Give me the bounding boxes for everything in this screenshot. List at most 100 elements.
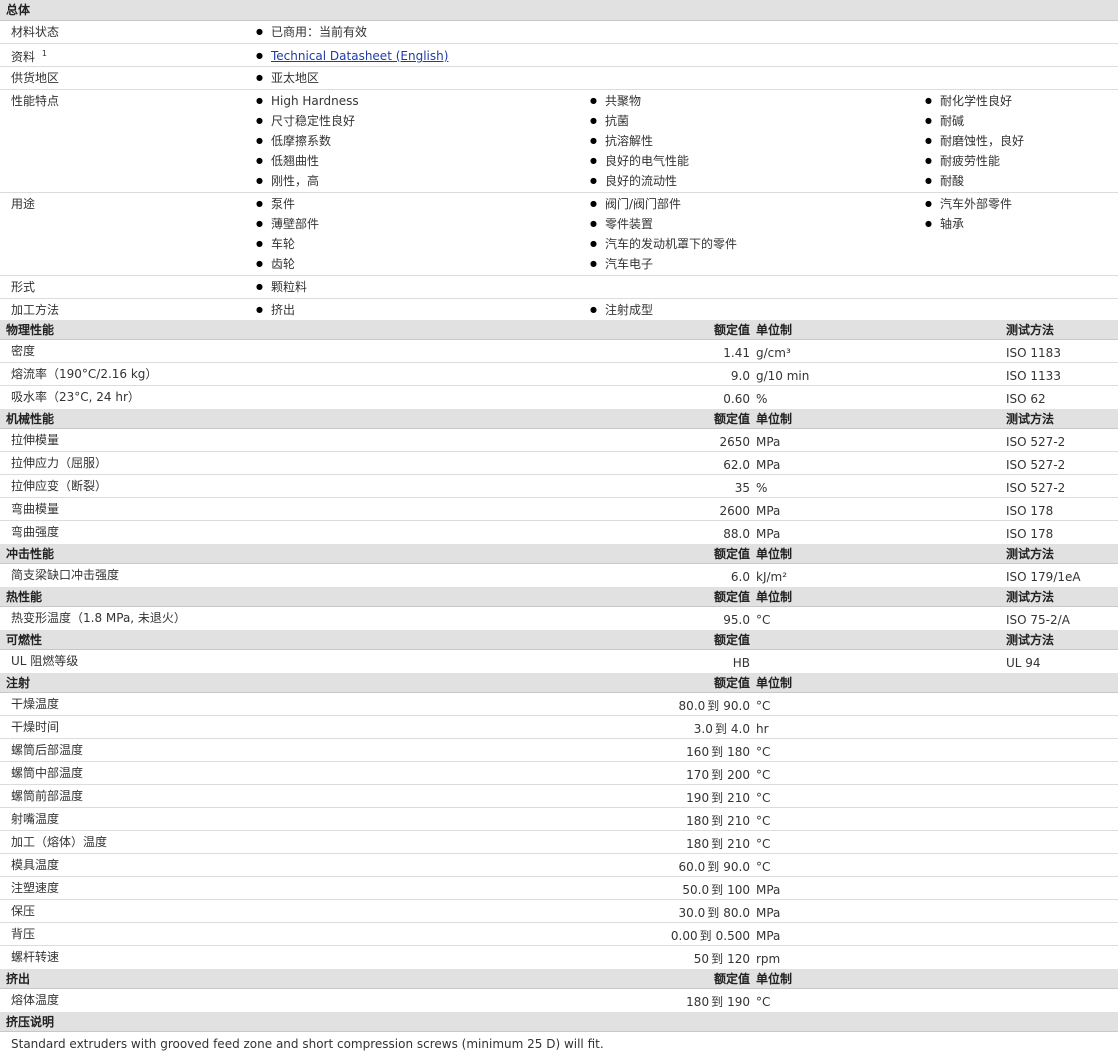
extrusion-notes-text: Standard extruders with grooved feed zon… <box>11 1037 604 1051</box>
range-low: 60.0 <box>678 860 706 874</box>
property-unit: MPa <box>756 435 781 449</box>
column-header-nominal: 额定值 <box>713 676 750 690</box>
property-name: 密度 <box>11 344 36 358</box>
property-range: 60.0 到 90.0 <box>679 859 750 875</box>
range-high: 210 <box>727 837 750 851</box>
property-unit: °C <box>756 745 771 759</box>
property-name: 拉伸应力（屈服） <box>11 456 108 470</box>
row-features: 性能特点 High Hardness 尺寸稳定性良好低摩擦系数低翘曲性刚性，高 共聚… <box>0 90 1118 193</box>
range-row: 干燥时间 3.0 到 4.0 hr <box>0 716 1118 739</box>
range-low: 30.0 <box>678 906 706 920</box>
range-word: 到 <box>711 745 724 759</box>
property-unit: MPa <box>756 883 781 897</box>
property-range: 80.0 到 90.0 <box>679 698 750 714</box>
property-name: 螺杆转速 <box>11 950 60 964</box>
feature-item: 耐碱 <box>925 113 964 129</box>
range-low: 50 <box>693 952 710 966</box>
label-processing: 加工方法 <box>11 303 60 317</box>
section-header-extrusion_notes: 挤压说明 <box>0 1012 1118 1032</box>
value-region: 亚太地区 <box>256 70 319 86</box>
property-name: 加工（熔体）温度 <box>11 835 108 849</box>
property-range: 3.0 到 4.0 <box>694 721 750 737</box>
property-value: 35 <box>734 481 750 495</box>
property-row: 拉伸应力（屈服） 62.0 MPa ISO 527-2 <box>0 452 1118 475</box>
feature-item: 共聚物 <box>590 93 641 109</box>
feature-item: 抗溶解性 <box>590 133 653 149</box>
column-header-unit: 单位制 <box>756 590 793 604</box>
property-unit: hr <box>756 722 769 736</box>
property-unit: % <box>756 392 768 406</box>
range-low: 3.0 <box>693 722 713 736</box>
range-row: 注塑速度 50.0 到 100 MPa <box>0 877 1118 900</box>
property-unit: MPa <box>756 906 781 920</box>
property-unit: g/cm³ <box>756 346 791 360</box>
row-documents: 资料 1 Technical Datasheet (English) <box>0 44 1118 67</box>
range-row: 射嘴温度 180 到 210 °C <box>0 808 1118 831</box>
column-header-method: 测试方法 <box>1006 323 1055 337</box>
property-test-method: ISO 1133 <box>1006 369 1061 383</box>
label-material-status: 材料状态 <box>11 25 60 39</box>
property-test-method: ISO 527-2 <box>1006 458 1066 472</box>
section-header-general: 总体 <box>0 0 1118 21</box>
column-header-nominal: 额定值 <box>713 323 750 337</box>
range-word: 到 <box>699 929 712 943</box>
column-header-method: 测试方法 <box>1006 590 1055 604</box>
label-documents: 资料 1 <box>11 49 47 64</box>
property-row: 拉伸模量 2650 MPa ISO 527-2 <box>0 429 1118 452</box>
property-row: 拉伸应变（断裂） 35% ISO 527-2 <box>0 475 1118 498</box>
feature-item: High Hardness <box>256 93 359 109</box>
property-value: 95.0 <box>723 613 750 627</box>
column-header-nominal: 额定值 <box>713 972 750 986</box>
property-row: 弯曲强度 88.0 MPa ISO 178 <box>0 521 1118 544</box>
property-range: 180 到 210 <box>686 836 750 852</box>
range-high: 210 <box>727 814 750 828</box>
range-high: 190 <box>727 995 750 1009</box>
property-name: 拉伸应变（断裂） <box>11 479 108 493</box>
section-title: 注射 <box>6 676 31 690</box>
property-name: 熔体温度 <box>11 993 60 1007</box>
property-name: 注塑速度 <box>11 881 60 895</box>
property-unit: °C <box>756 814 771 828</box>
section-header-flammability: 可燃性 额定值 测试方法 <box>0 630 1118 650</box>
property-name: 螺筒前部温度 <box>11 789 84 803</box>
value-form: 颗粒料 <box>256 279 307 295</box>
property-range: 190 到 210 <box>686 790 750 806</box>
property-row: 弯曲模量 2600 MPa ISO 178 <box>0 498 1118 521</box>
range-high: 4.0 <box>730 722 750 736</box>
section-header-injection: 注射 额定值 单位制 <box>0 673 1118 693</box>
property-name: 背压 <box>11 927 36 941</box>
column-header-unit: 单位制 <box>756 972 793 986</box>
property-unit: % <box>756 481 768 495</box>
range-low: 180 <box>686 995 710 1009</box>
property-unit: MPa <box>756 929 781 943</box>
feature-item: 耐疲劳性能 <box>925 153 1000 169</box>
range-row: 螺杆转速 50 到 120 rpm <box>0 946 1118 969</box>
property-value: 1.41 <box>723 346 750 360</box>
use-item: 阀门/阀门部件 <box>590 196 681 212</box>
property-range: 0.00 到 0.500 <box>671 928 750 944</box>
footnote-marker: 1 <box>41 49 47 58</box>
property-unit: °C <box>756 768 771 782</box>
section-title: 挤压说明 <box>6 1015 55 1029</box>
property-name: 吸水率（23°C, 24 hr） <box>11 390 140 404</box>
range-row: 螺筒前部温度 190 到 210 °C <box>0 785 1118 808</box>
range-word: 到 <box>711 768 724 782</box>
use-item: 汽车电子 <box>590 256 653 272</box>
feature-item: 耐化学性良好 <box>925 93 1012 109</box>
property-test-method: ISO 178 <box>1006 527 1054 541</box>
column-header-method: 测试方法 <box>1006 547 1055 561</box>
property-name: UL 阻燃等级 <box>11 654 79 668</box>
range-word: 到 <box>711 791 724 805</box>
property-range: 170 到 200 <box>686 767 750 783</box>
technical-datasheet-link[interactable]: Technical Datasheet (English) <box>271 49 448 63</box>
property-test-method: ISO 527-2 <box>1006 435 1066 449</box>
value-material-status: 已商用：当前有效 <box>256 24 367 40</box>
use-item: 车轮 <box>256 236 295 252</box>
feature-item: 耐磨蚀性，良好 <box>925 133 1024 149</box>
property-name: 保压 <box>11 904 36 918</box>
column-header-nominal: 额定值 <box>713 590 750 604</box>
feature-item: 良好的流动性 <box>590 173 677 189</box>
property-row: 密度 1.41 g/cm³ ISO 1183 <box>0 340 1118 363</box>
value-processing-injection: 注射成型 <box>590 302 653 318</box>
range-high: 90.0 <box>723 860 750 874</box>
